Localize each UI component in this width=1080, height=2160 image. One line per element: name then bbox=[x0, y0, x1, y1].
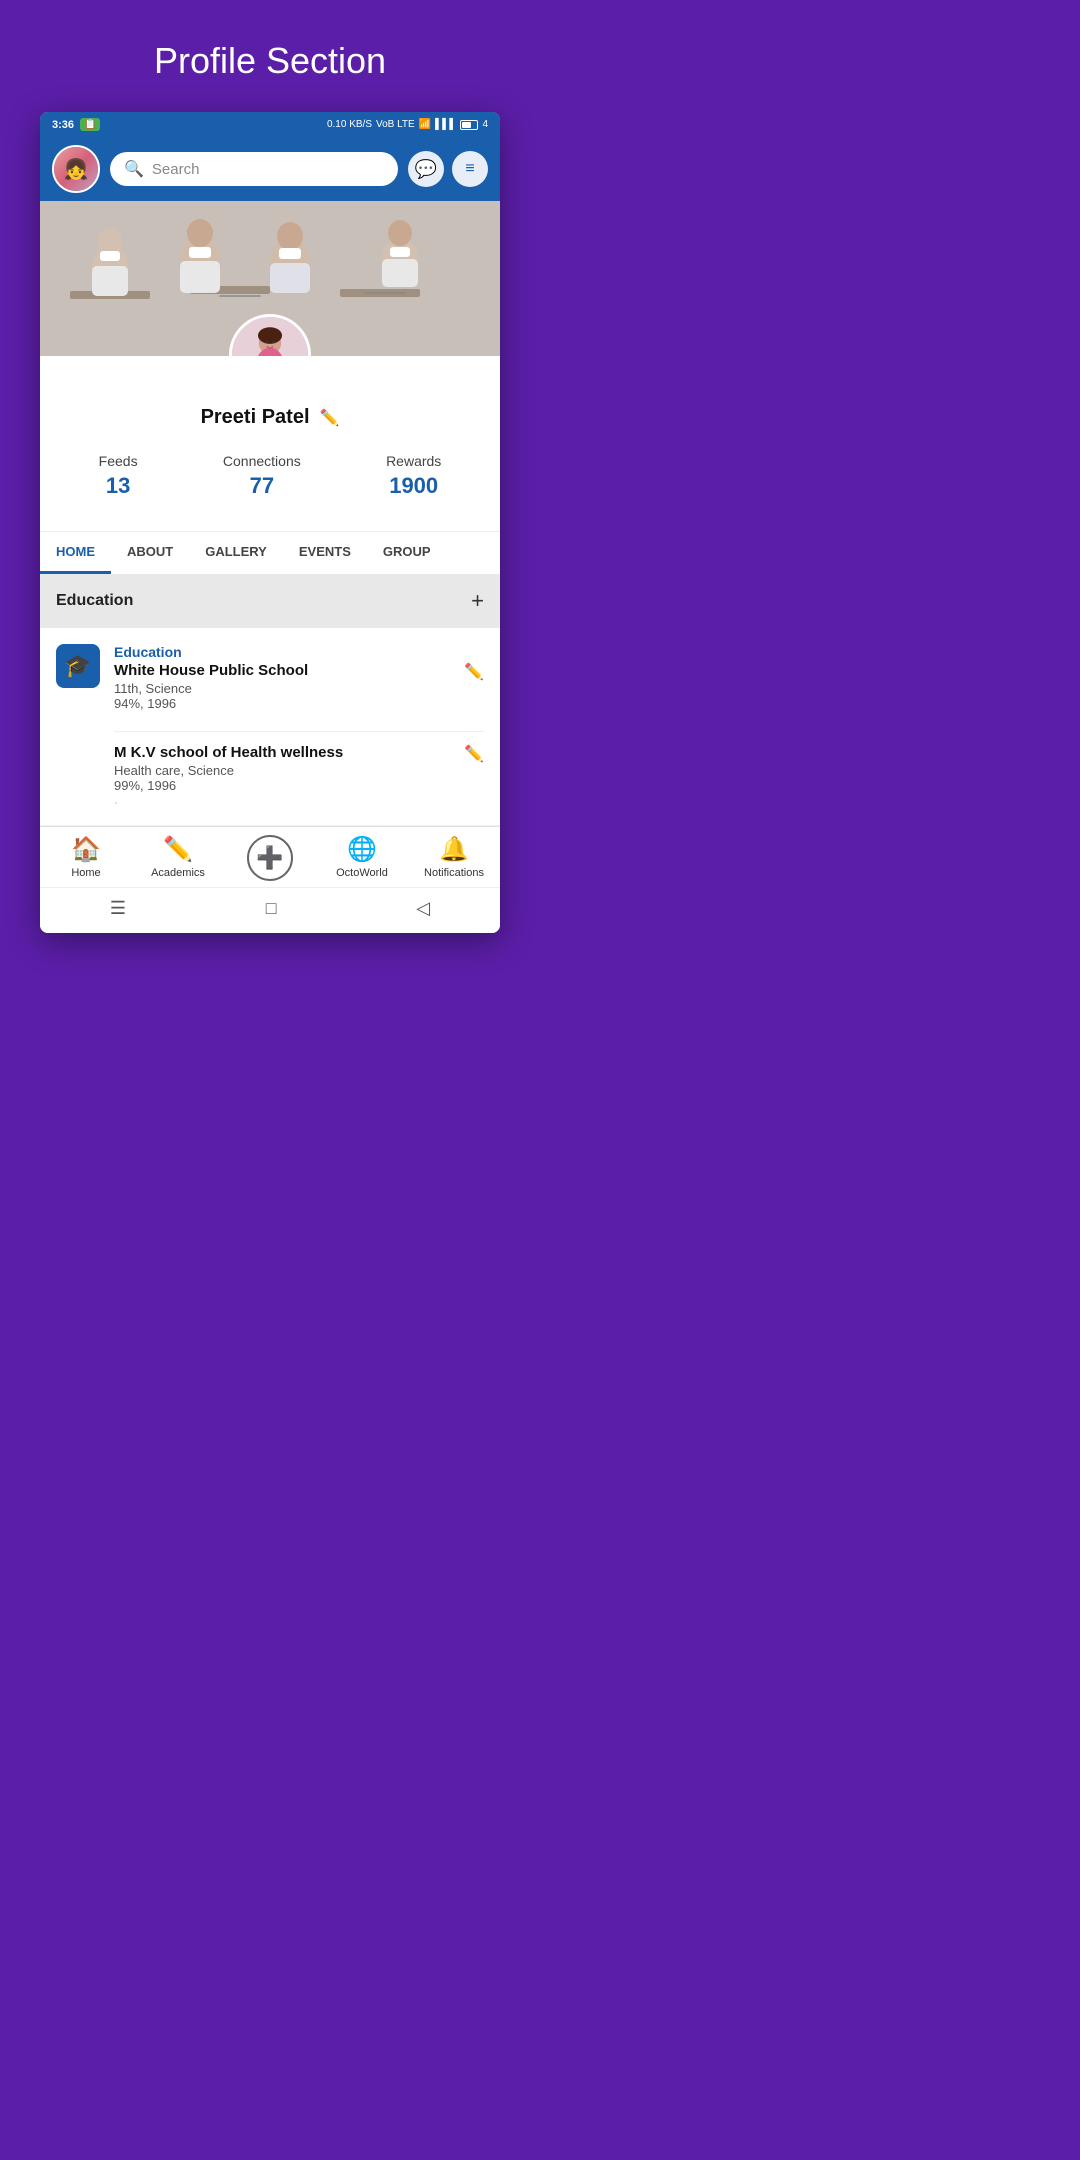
avatar-image: 👧 bbox=[54, 147, 98, 191]
home-icon: 🏠 bbox=[71, 835, 101, 864]
menu-button[interactable]: ≡ bbox=[452, 151, 488, 187]
status-left: 3:36 📋 bbox=[52, 118, 100, 131]
stat-connections: Connections 77 bbox=[223, 453, 301, 499]
page-title: Profile Section bbox=[154, 0, 386, 112]
edu-subject-2: Health care, Science bbox=[114, 763, 343, 778]
education-section-header: Education + bbox=[40, 574, 500, 628]
search-bar[interactable]: 🔍 Search bbox=[110, 152, 398, 186]
feeds-label: Feeds bbox=[99, 453, 138, 469]
feeds-value: 13 bbox=[99, 473, 138, 499]
signal-icon: 📶 bbox=[419, 119, 431, 130]
nav-center-add[interactable]: ➕ bbox=[240, 835, 300, 881]
edu-meta-2: 99%, 1996 bbox=[114, 778, 343, 793]
edu-entry-row-2: M K.V school of Health wellness Health c… bbox=[114, 744, 484, 809]
search-placeholder: Search bbox=[152, 161, 200, 178]
signal-bars: ▌▌▌ bbox=[435, 119, 456, 130]
edit-edu-1-button[interactable]: ✏️ bbox=[464, 662, 484, 682]
stats-row: Feeds 13 Connections 77 Rewards 1900 bbox=[56, 445, 484, 515]
education-entry-2: M K.V school of Health wellness Health c… bbox=[56, 744, 484, 809]
edu-meta-1: 94%, 1996 bbox=[114, 696, 308, 711]
status-right: 0.10 KB/S VoB LTE 📶 ▌▌▌ 4 bbox=[327, 119, 488, 130]
connections-value: 77 bbox=[223, 473, 301, 499]
profile-pic-svg bbox=[232, 314, 308, 356]
nav-academics[interactable]: ✏️ Academics bbox=[148, 835, 208, 881]
header-actions: 💬 ≡ bbox=[408, 151, 488, 187]
tab-home[interactable]: HOME bbox=[40, 532, 111, 574]
rewards-value: 1900 bbox=[386, 473, 441, 499]
profile-picture[interactable] bbox=[229, 314, 311, 356]
edu-school-2: M K.V school of Health wellness bbox=[114, 744, 343, 761]
search-icon: 🔍 bbox=[124, 159, 144, 179]
status-bar: 3:36 📋 0.10 KB/S VoB LTE 📶 ▌▌▌ 4 bbox=[40, 112, 500, 137]
network-type: VoB LTE bbox=[376, 119, 415, 130]
add-center-icon: ➕ bbox=[247, 835, 293, 881]
chat-icon: 💬 bbox=[415, 159, 437, 180]
rewards-label: Rewards bbox=[386, 453, 441, 469]
app-header: 👧 🔍 Search 💬 ≡ bbox=[40, 137, 500, 201]
tab-events[interactable]: EVENTS bbox=[283, 532, 367, 574]
android-home-button[interactable]: □ bbox=[266, 898, 277, 919]
cover-photo bbox=[40, 201, 500, 356]
nav-notifications-label: Notifications bbox=[424, 867, 484, 879]
profile-tabs: HOME ABOUT GALLERY EVENTS GROUP bbox=[40, 531, 500, 574]
battery-indicator: 📋 bbox=[80, 118, 100, 131]
edu-details-2: M K.V school of Health wellness Health c… bbox=[114, 744, 484, 809]
profile-info: Preeti Patel ✏️ Feeds 13 Connections 77 … bbox=[40, 356, 500, 531]
stat-feeds: Feeds 13 bbox=[99, 453, 138, 499]
profile-name-row: Preeti Patel ✏️ bbox=[56, 406, 484, 429]
edu-details-1: Education White House Public School 11th… bbox=[114, 644, 484, 711]
menu-icon: ≡ bbox=[465, 160, 474, 178]
bottom-nav: 🏠 Home ✏️ Academics ➕ 🌐 OctoWorld 🔔 Noti… bbox=[40, 826, 500, 887]
nav-home-label: Home bbox=[71, 867, 100, 879]
battery-icon bbox=[460, 120, 478, 130]
edu-subject-1: 11th, Science bbox=[114, 681, 308, 696]
nav-academics-label: Academics bbox=[151, 867, 205, 879]
education-icon: 🎓 bbox=[56, 644, 100, 688]
nav-octoworld[interactable]: 🌐 OctoWorld bbox=[332, 835, 392, 881]
edit-edu-2-button[interactable]: ✏️ bbox=[464, 744, 484, 764]
tab-about[interactable]: ABOUT bbox=[111, 532, 189, 574]
tab-group[interactable]: GROUP bbox=[367, 532, 447, 574]
stat-rewards: Rewards 1900 bbox=[386, 453, 441, 499]
notifications-icon: 🔔 bbox=[439, 835, 469, 864]
chat-button[interactable]: 💬 bbox=[408, 151, 444, 187]
education-entry-1: 🎓 Education White House Public School 11… bbox=[56, 644, 484, 711]
education-card: 🎓 Education White House Public School 11… bbox=[40, 628, 500, 826]
battery-level: 4 bbox=[482, 119, 488, 130]
edu-entry-row-1: White House Public School 11th, Science … bbox=[114, 662, 484, 711]
profile-name: Preeti Patel bbox=[201, 406, 310, 429]
tab-gallery[interactable]: GALLERY bbox=[189, 532, 283, 574]
android-back-button[interactable]: ◁ bbox=[416, 898, 430, 919]
academics-icon: ✏️ bbox=[163, 835, 193, 864]
edu-school-1: White House Public School bbox=[114, 662, 308, 679]
education-section-title: Education bbox=[56, 592, 133, 610]
nav-home[interactable]: 🏠 Home bbox=[56, 835, 116, 881]
edu-divider bbox=[114, 731, 484, 732]
edit-profile-icon[interactable]: ✏️ bbox=[320, 408, 340, 428]
edu-dot: · bbox=[114, 797, 343, 809]
nav-notifications[interactable]: 🔔 Notifications bbox=[424, 835, 484, 881]
edu-category-1: Education bbox=[114, 644, 484, 660]
network-speed: 0.10 KB/S bbox=[327, 119, 372, 130]
add-education-button[interactable]: + bbox=[471, 588, 484, 614]
profile-pic-container bbox=[229, 314, 311, 356]
android-menu-button[interactable]: ☰ bbox=[110, 898, 126, 919]
connections-label: Connections bbox=[223, 453, 301, 469]
avatar[interactable]: 👧 bbox=[52, 145, 100, 193]
nav-octoworld-label: OctoWorld bbox=[336, 867, 388, 879]
time: 3:36 bbox=[52, 119, 74, 131]
phone-frame: 3:36 📋 0.10 KB/S VoB LTE 📶 ▌▌▌ 4 👧 🔍 Sea… bbox=[40, 112, 500, 933]
android-nav: ☰ □ ◁ bbox=[40, 887, 500, 933]
octoworld-icon: 🌐 bbox=[347, 835, 377, 864]
